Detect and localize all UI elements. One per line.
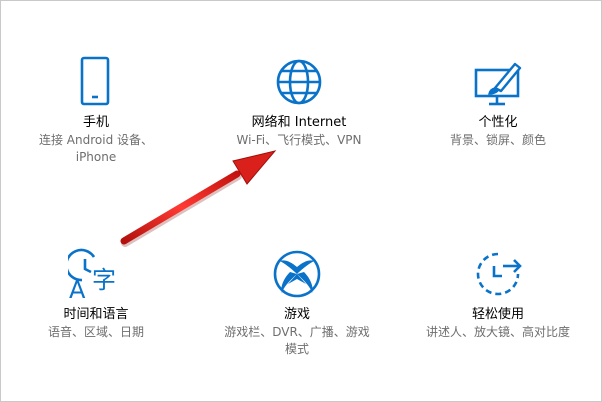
tile-title: 手机 bbox=[82, 115, 109, 130]
tile-description-line: iPhone bbox=[75, 150, 117, 164]
personalization-icon bbox=[474, 62, 522, 106]
tile-title: 个性化 bbox=[478, 115, 518, 130]
tile-description-line: 连接 Android 设备、 bbox=[38, 133, 154, 147]
settings-tile-time-language[interactable]: A 字 时间和语言 语音、区域、日期 bbox=[11, 248, 181, 341]
tile-title: 轻松使用 bbox=[471, 307, 524, 322]
tile-description-line: 游戏栏、DVR、广播、游戏 bbox=[224, 325, 370, 339]
settings-tile-ease-of-access[interactable]: 轻松使用 讲述人、放大镜、高对比度 bbox=[413, 248, 583, 341]
settings-tile-phone[interactable]: 手机 连接 Android 设备、 iPhone bbox=[11, 56, 181, 166]
tile-description-line: 背景、锁屏、颜色 bbox=[449, 133, 546, 147]
tile-description-line: 模式 bbox=[284, 342, 309, 356]
xbox-icon bbox=[273, 250, 321, 298]
time-language-icon: A 字 bbox=[68, 248, 116, 300]
ease-of-access-icon bbox=[476, 252, 522, 296]
tile-title: 游戏 bbox=[283, 307, 310, 322]
time-language-char: 字 bbox=[92, 266, 116, 294]
globe-icon bbox=[276, 59, 322, 105]
settings-tile-personalization[interactable]: 个性化 背景、锁屏、颜色 bbox=[413, 56, 583, 149]
settings-window: 手机 连接 Android 设备、 iPhone 网络和 Internet Wi… bbox=[0, 0, 602, 402]
settings-tile-network[interactable]: 网络和 Internet Wi-Fi、飞行模式、VPN bbox=[214, 56, 384, 149]
tile-title: 时间和语言 bbox=[63, 307, 129, 322]
time-language-letter: A bbox=[69, 276, 86, 300]
tile-description-line: 语音、区域、日期 bbox=[47, 325, 144, 339]
settings-tile-gaming[interactable]: 游戏 游戏栏、DVR、广播、游戏 模式 bbox=[212, 248, 382, 358]
tile-description-line: 讲述人、放大镜、高对比度 bbox=[425, 325, 570, 339]
phone-icon bbox=[80, 56, 110, 106]
tile-description-line: Wi-Fi、飞行模式、VPN bbox=[236, 133, 362, 147]
tile-title: 网络和 Internet bbox=[251, 115, 347, 130]
